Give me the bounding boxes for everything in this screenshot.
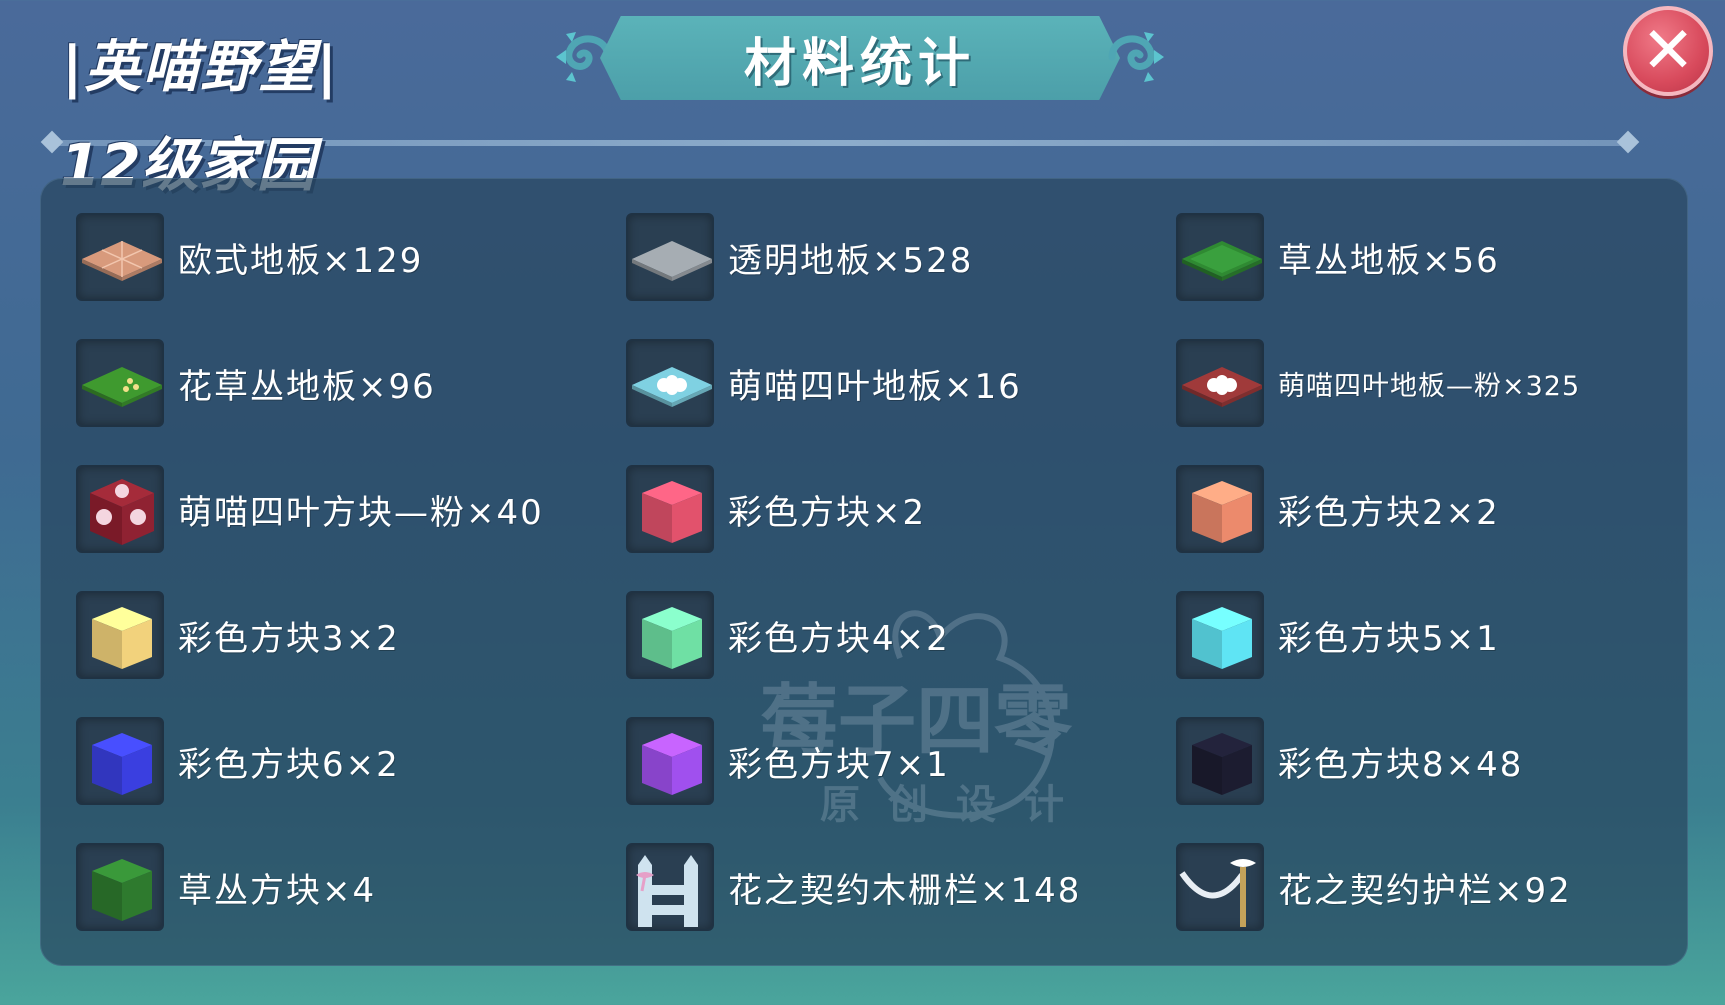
material-label: 萌喵四叶地板×16 [728,366,1022,407]
material-label: 彩色方块7×1 [728,744,950,785]
material-label: 彩色方块6×2 [178,744,400,785]
clover-floor-tile-icon [626,339,714,427]
color-block-orange-icon [1176,465,1264,553]
material-label: 彩色方块3×2 [178,618,400,659]
material-label: 花之契约护栏×92 [1278,870,1572,911]
material-label: 彩色方块2×2 [1278,492,1500,533]
color-block-cyan-icon [1176,591,1264,679]
clover-block-pink-icon [76,465,164,553]
material-label: 萌喵四叶方块—粉×40 [178,492,544,533]
transparent-floor-tile-icon [626,213,714,301]
grass-floor-tile-icon [1176,213,1264,301]
flower-railing-icon [1176,843,1264,931]
material-label: 欧式地板×129 [178,240,424,281]
euro-floor-tile-icon [76,213,164,301]
panel-title: 材料统计 [743,33,976,94]
material-item: 花草丛地板×96 [76,338,626,428]
material-item: 彩色方块2×2 [1176,464,1725,554]
flower-fence-icon [626,843,714,931]
close-icon: ✕ [1641,14,1695,88]
material-item: 花之契约护栏×92 [1176,842,1725,932]
color-block-yellow-icon [76,591,164,679]
material-item: 彩色方块8×48 [1176,716,1725,806]
material-label: 彩色方块5×1 [1278,618,1500,659]
title-banner: 材料统计 [600,16,1120,100]
color-block-red-icon [626,465,714,553]
color-block-green-icon [626,591,714,679]
material-item: 透明地板×528 [626,212,1176,302]
clover-floor-tile-pink-icon [1176,339,1264,427]
material-item: 彩色方块×2 [626,464,1176,554]
material-item: 花之契约木栅栏×148 [626,842,1176,932]
material-item: 彩色方块7×1 [626,716,1176,806]
material-item: 欧式地板×129 [76,212,626,302]
material-item: 草丛方块×4 [76,842,626,932]
brand-title: |英喵野望| [62,35,339,100]
color-block-black-icon [1176,717,1264,805]
material-label: 透明地板×528 [728,240,974,281]
material-item: 草丛地板×56 [1176,212,1725,302]
material-item: 彩色方块3×2 [76,590,626,680]
grass-block-icon [76,843,164,931]
materials-grid: 欧式地板×129 透明地板×528 草丛地板×56 花草丛地板×96 萌喵四叶地板×16… [76,212,1668,932]
material-label: 花之契约木栅栏×148 [728,870,1082,911]
close-button[interactable]: ✕ [1623,6,1713,96]
color-block-blue-icon [76,717,164,805]
material-label: 彩色方块4×2 [728,618,950,659]
material-item: 彩色方块5×1 [1176,590,1725,680]
material-item: 萌喵四叶地板×16 [626,338,1176,428]
materials-panel: 莓子四零 原创设计 欧式地板×129 透明地板×528 草丛地板×56 花草丛地板×9… [40,178,1688,966]
material-label: 花草丛地板×96 [178,366,436,407]
material-label: 彩色方块×2 [728,492,927,533]
color-block-purple-icon [626,717,714,805]
divider-right-diamond [1616,130,1640,154]
flower-grass-floor-tile-icon [76,339,164,427]
material-label: 萌喵四叶地板—粉×325 [1278,370,1581,402]
material-label: 草丛地板×56 [1278,240,1500,281]
material-label: 草丛方块×4 [178,870,377,911]
material-item: 萌喵四叶方块—粉×40 [76,464,626,554]
material-label: 彩色方块8×48 [1278,744,1524,785]
right-swirl-ornament-icon [1108,32,1164,82]
material-item: 彩色方块4×2 [626,590,1176,680]
material-item: 彩色方块6×2 [76,716,626,806]
material-item: 萌喵四叶地板—粉×325 [1176,338,1725,428]
